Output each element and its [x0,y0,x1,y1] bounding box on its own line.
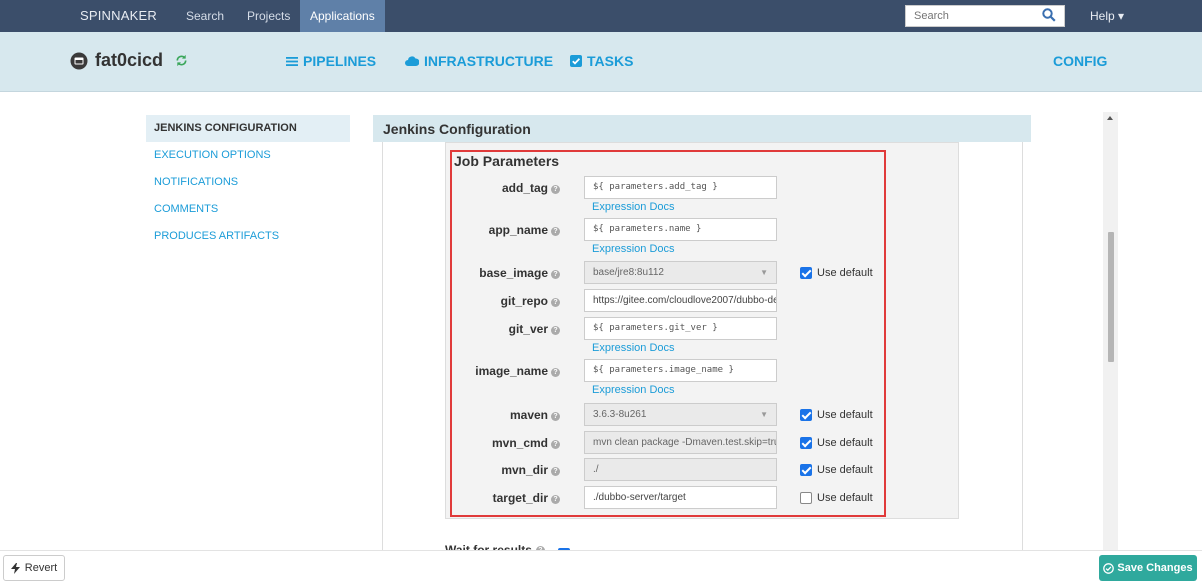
param-label: maven? [440,408,560,422]
chevron-down-icon: ▼ [760,410,768,419]
param-label: git_repo? [440,294,560,308]
param-input[interactable]: ./dubbo-server/target [584,486,777,509]
cloud-icon [405,56,419,66]
param-input[interactable]: ${ parameters.git_ver } [584,317,777,340]
param-input[interactable]: ${ parameters.name } [584,218,777,241]
use-default-checkbox[interactable]: Use default [800,464,873,476]
nav-link-projects[interactable]: Projects [247,0,290,32]
sidebar-item-jenkins-configuration[interactable]: JENKINS CONFIGURATION [146,115,350,142]
tab-pipelines[interactable]: PIPELINES [286,53,376,69]
param-label: add_tag? [440,181,560,195]
help-menu[interactable]: Help ▾ [1090,0,1124,32]
sidebar-item-produces-artifacts[interactable]: PRODUCES ARTIFACTS [146,223,350,250]
job-parameters-title: Job Parameters [454,153,560,169]
param-label: mvn_cmd? [440,436,560,450]
revert-button[interactable]: Revert [3,555,65,581]
param-input[interactable]: ./ [584,458,777,481]
param-label: git_ver? [440,322,560,336]
sidebar-item-notifications[interactable]: NOTIFICATIONS [146,169,350,196]
expression-docs-link[interactable]: Expression Docs [592,342,675,354]
application-name: fat0cicd [95,50,164,70]
param-input[interactable]: mvn clean package -Dmaven.test.skip=true [584,431,777,454]
param-input[interactable]: ${ parameters.image_name } [584,359,777,382]
bolt-icon [10,562,20,574]
help-icon[interactable]: ? [551,440,560,449]
param-select[interactable]: 3.6.3-8u261 ▼ [584,403,777,426]
help-icon[interactable]: ? [551,185,560,194]
tab-infrastructure-label: INFRASTRUCTURE [424,53,554,69]
use-default-checkbox[interactable]: Use default [800,492,873,504]
param-select[interactable]: base/jre8:8u112 ▼ [584,261,777,284]
expression-docs-link[interactable]: Expression Docs [592,384,675,396]
param-input[interactable]: https://gitee.com/cloudlove2007/dubbo-de… [584,289,777,312]
help-icon[interactable]: ? [551,467,560,476]
scroll-up-arrow[interactable] [1107,116,1113,120]
sidebar-item-comments[interactable]: COMMENTS [146,196,350,223]
use-default-checkbox[interactable]: Use default [800,409,873,421]
application-header: fat0cicd PIPELINES INFRASTRUCTURE TASKS … [0,32,1202,92]
application-icon [70,52,88,69]
checkbox-checked[interactable] [800,409,812,421]
param-label: app_name? [440,223,560,237]
brand-logo[interactable]: SPINNAKER [80,0,157,32]
check-circle-icon [1103,562,1115,574]
top-nav-bar: SPINNAKER Search Projects Applications H… [0,0,1202,32]
checkbox-checked[interactable] [800,464,812,476]
nav-link-search[interactable]: Search [186,0,224,32]
checkbox-unchecked[interactable] [800,492,812,504]
checkbox-checked[interactable] [800,267,812,279]
tab-tasks[interactable]: TASKS [570,53,633,69]
help-icon[interactable]: ? [551,298,560,307]
save-changes-button[interactable]: Save Changes [1099,555,1197,581]
checkbox-icon [570,55,582,67]
application-title: fat0cicd [70,50,188,71]
help-icon[interactable]: ? [551,326,560,335]
tab-tasks-label: TASKS [587,53,634,69]
param-label: mvn_dir? [440,463,560,477]
scrollbar-thumb[interactable] [1108,232,1114,362]
param-label: target_dir? [440,491,560,505]
refresh-icon[interactable] [175,54,188,67]
section-title: Jenkins Configuration [373,115,1031,142]
list-icon [286,56,298,66]
param-input[interactable]: ${ parameters.add_tag } [584,176,777,199]
use-default-checkbox[interactable]: Use default [800,267,873,279]
vertical-scrollbar[interactable] [1103,112,1118,550]
search-input[interactable] [906,6,1031,26]
checkbox-checked[interactable] [800,437,812,449]
nav-link-applications[interactable]: Applications [300,0,385,32]
action-footer: Revert Save Changes [0,550,1202,585]
use-default-checkbox[interactable]: Use default [800,437,873,449]
param-label: image_name? [440,364,560,378]
config-sidebar: JENKINS CONFIGURATION EXECUTION OPTIONS … [146,115,350,250]
help-icon[interactable]: ? [551,368,560,377]
tab-pipelines-label: PIPELINES [303,53,377,69]
global-search [905,5,1065,27]
search-icon[interactable] [1042,8,1056,22]
tab-config-label: CONFIG [1053,53,1108,69]
tab-config[interactable]: CONFIG [1053,53,1107,69]
sidebar-item-execution-options[interactable]: EXECUTION OPTIONS [146,142,350,169]
help-icon[interactable]: ? [551,495,560,504]
param-label: base_image? [440,266,560,280]
help-icon[interactable]: ? [551,412,560,421]
help-icon[interactable]: ? [551,270,560,279]
help-icon[interactable]: ? [551,227,560,236]
chevron-down-icon: ▼ [760,268,768,277]
tab-infrastructure[interactable]: INFRASTRUCTURE [405,53,553,69]
expression-docs-link[interactable]: Expression Docs [592,201,675,213]
expression-docs-link[interactable]: Expression Docs [592,243,675,255]
